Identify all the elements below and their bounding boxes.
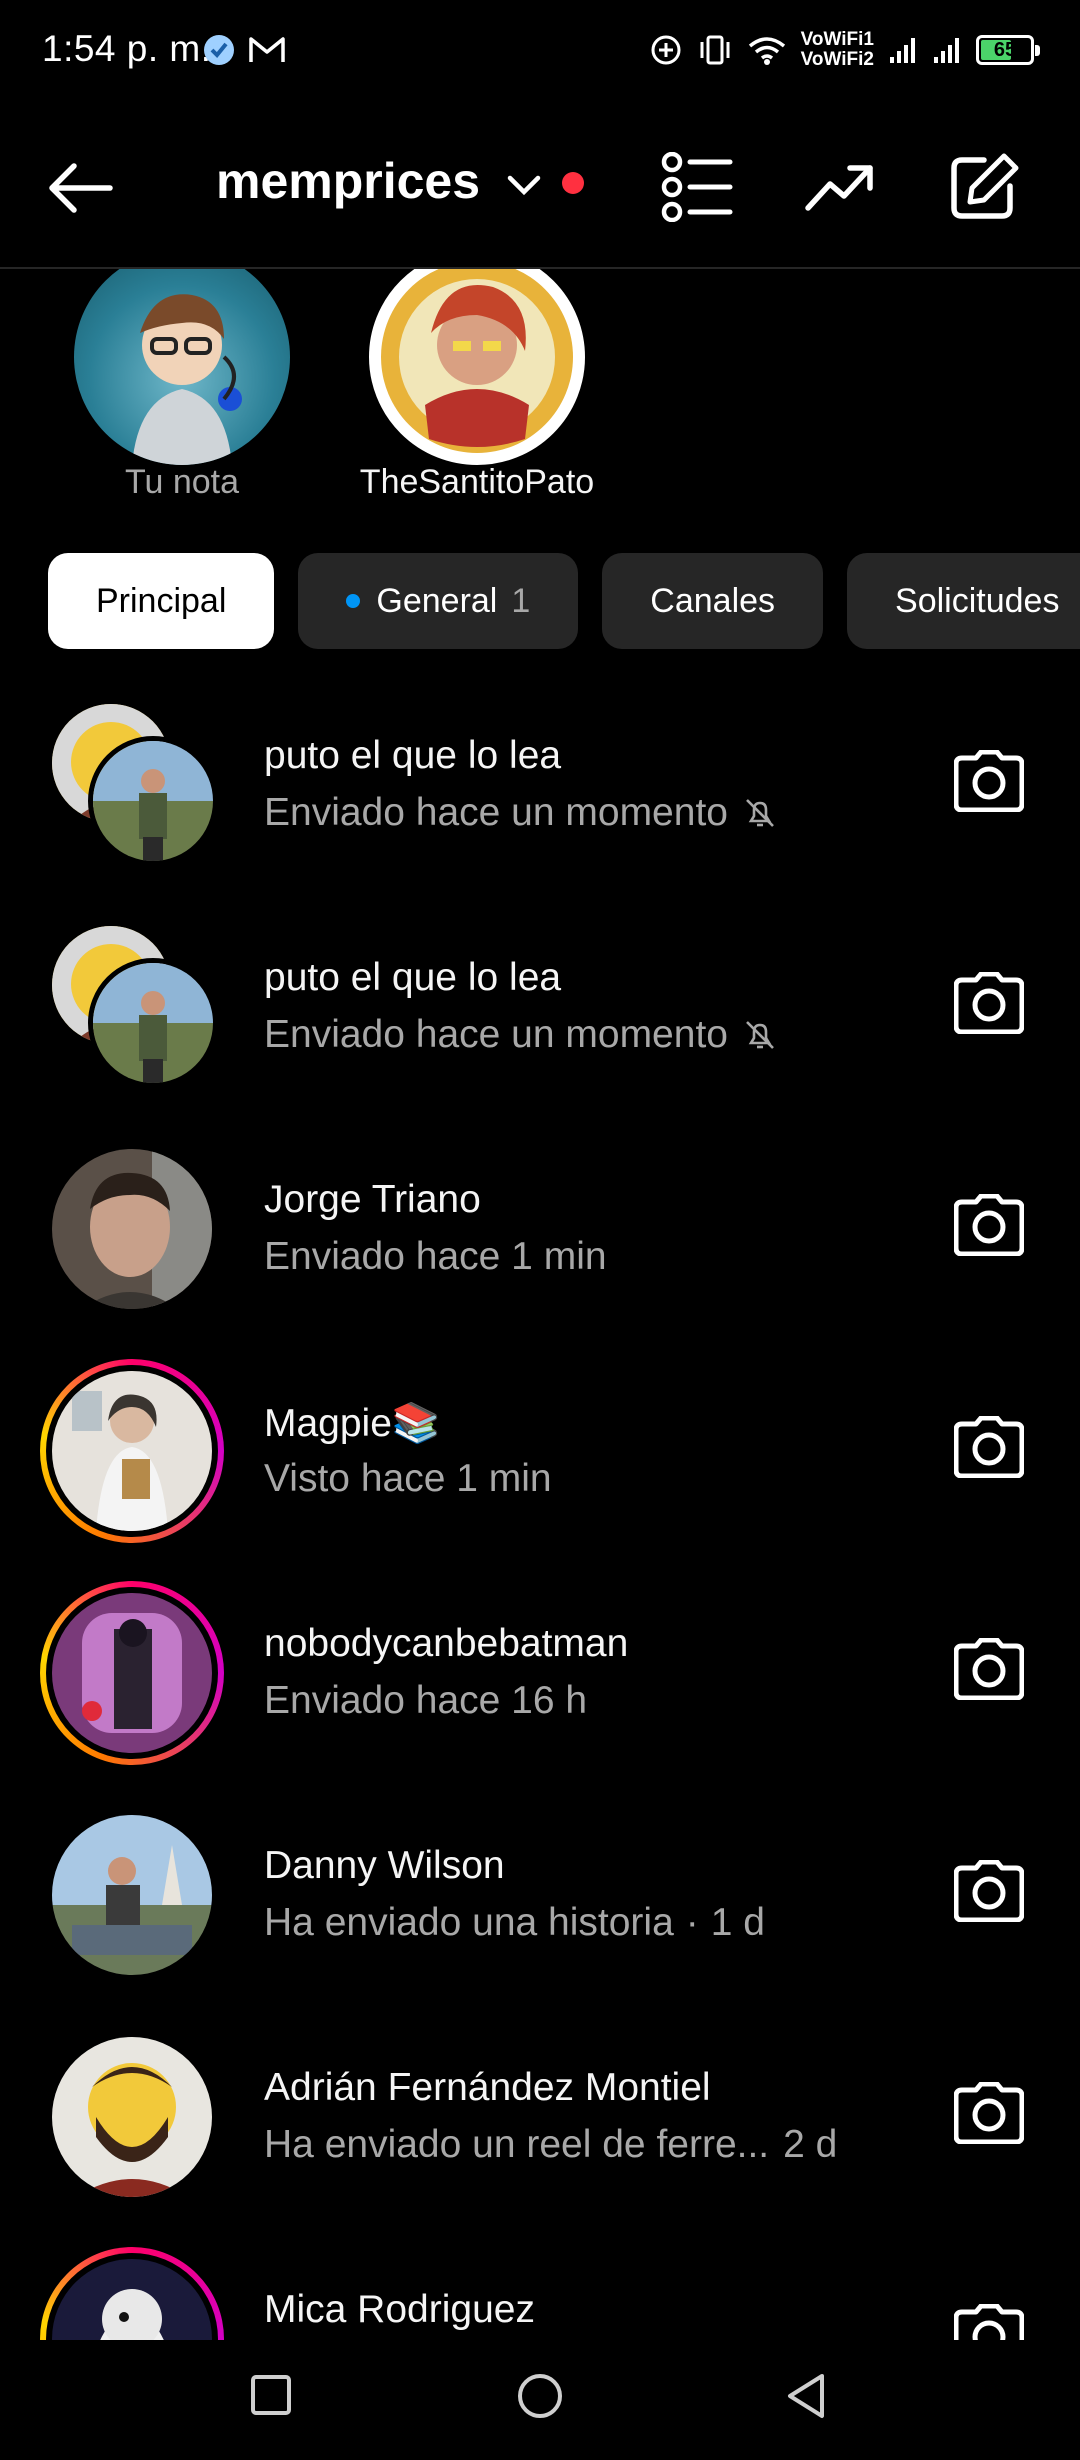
inbox-tabs: Principal General 1 Canales Solicitudes	[48, 553, 1080, 649]
chat-name: puto el que lo lea	[264, 956, 562, 999]
status-time: 1:54 p. m.	[42, 28, 212, 69]
camera-icon[interactable]	[954, 750, 1024, 812]
data-saver-icon	[651, 35, 681, 65]
vowifi-1-label: VoWiFi1	[800, 29, 874, 50]
tab-label: General	[376, 581, 498, 620]
separator: ·	[685, 1901, 699, 1944]
compose-icon[interactable]	[948, 152, 1020, 222]
tab-canales[interactable]: Canales	[602, 553, 824, 649]
chat-time: 2 d	[783, 2123, 838, 2166]
camera-icon[interactable]	[954, 1638, 1024, 1700]
app-notification-icon	[204, 35, 234, 65]
avatar	[52, 1593, 212, 1753]
header: memprices	[0, 120, 1080, 250]
list-icon[interactable]	[660, 152, 734, 222]
chat-row[interactable]: Jorge Triano Enviado hace 1 min	[0, 1120, 1080, 1342]
avatar	[52, 2037, 212, 2197]
home-icon[interactable]	[514, 2370, 566, 2422]
note-label: TheSantitoPato	[359, 463, 595, 501]
tab-label: Canales	[650, 581, 776, 620]
chat-row[interactable]: Adrián Fernández Montiel Ha enviado un r…	[0, 2008, 1080, 2230]
tab-label: Principal	[96, 581, 227, 620]
unread-dot	[346, 594, 361, 608]
chat-status: Visto hace 1 min	[264, 1457, 552, 1500]
camera-icon[interactable]	[954, 2082, 1024, 2144]
chat-status: Enviado hace un momento	[264, 1013, 728, 1056]
chat-name: Mica Rodriguez	[264, 2288, 535, 2331]
signal-2-icon	[934, 38, 959, 63]
avatar	[88, 958, 218, 1088]
camera-icon[interactable]	[954, 1860, 1024, 1922]
wifi-icon	[748, 37, 785, 65]
avatar	[369, 269, 585, 465]
chat-name: nobodycanbebatman	[264, 1622, 629, 1665]
note-label: Tu nota	[124, 463, 240, 501]
chat-time: 1 d	[710, 1901, 765, 1944]
chat-name: Magpie📚	[264, 1402, 441, 1445]
vowifi-2-label: VoWiFi2	[800, 49, 874, 70]
tab-count: 1	[511, 581, 531, 620]
chat-row[interactable]: Magpie📚 Visto hace 1 min	[0, 1342, 1080, 1564]
camera-icon[interactable]	[954, 1416, 1024, 1478]
cartoon-avatar-image	[132, 294, 242, 465]
muted-bell-icon	[746, 1021, 774, 1049]
camera-icon[interactable]	[954, 972, 1024, 1034]
camera-icon[interactable]	[954, 1194, 1024, 1256]
chat-status: Enviado hace un momento	[264, 791, 728, 834]
system-nav-bar	[0, 2340, 1080, 2460]
trending-icon[interactable]	[804, 152, 876, 222]
gmail-icon	[249, 37, 285, 62]
chat-name: Jorge Triano	[264, 1178, 481, 1221]
back-arrow-icon[interactable]	[44, 158, 116, 218]
avatar	[52, 1815, 212, 1975]
tab-principal[interactable]: Principal	[48, 553, 275, 649]
tab-general[interactable]: General 1	[298, 553, 579, 649]
status-bar: 1:54 p. m. VoWiFi1 VoWiFi2 65	[0, 0, 1080, 100]
notification-dot	[562, 172, 584, 194]
chat-row[interactable]: puto el que lo lea Enviado hace un momen…	[0, 676, 1080, 898]
chat-status: Ha enviado un reel de ferre...	[264, 2123, 770, 2166]
chevron-down-icon[interactable]	[504, 170, 544, 200]
battery-level: 65	[993, 39, 1017, 61]
nav-back-icon[interactable]	[782, 2370, 832, 2422]
avatar	[88, 736, 218, 866]
recent-apps-icon[interactable]	[246, 2370, 296, 2420]
chat-status: Enviado hace 16 h	[264, 1679, 588, 1722]
chat-status: Enviado hace 1 min	[264, 1235, 607, 1278]
notes-row: Tu nota TheSantitoPato	[0, 269, 1080, 509]
dios-pato-avatar-image	[381, 269, 573, 453]
avatar	[52, 1149, 212, 1309]
chat-status: Ha enviado una historia	[264, 1901, 674, 1944]
chat-row[interactable]: nobodycanbebatman Enviado hace 16 h	[0, 1564, 1080, 1786]
signal-1-icon	[890, 38, 915, 63]
battery-icon: 65	[976, 35, 1040, 65]
chat-name: puto el que lo lea	[264, 734, 562, 777]
muted-bell-icon	[746, 799, 774, 827]
tab-label: Solicitudes	[895, 581, 1060, 620]
vibrate-icon	[700, 35, 730, 65]
chat-name: Adrián Fernández Montiel	[264, 2066, 711, 2109]
chat-row[interactable]: Danny Wilson Ha enviado una historia · 1…	[0, 1786, 1080, 2008]
chat-name: Danny Wilson	[264, 1844, 505, 1887]
avatar	[74, 269, 290, 465]
avatar	[52, 1371, 212, 1531]
account-switcher[interactable]: memprices	[216, 152, 480, 210]
tab-solicitudes[interactable]: Solicitudes	[847, 553, 1080, 649]
chat-row[interactable]: puto el que lo lea Enviado hace un momen…	[0, 898, 1080, 1120]
